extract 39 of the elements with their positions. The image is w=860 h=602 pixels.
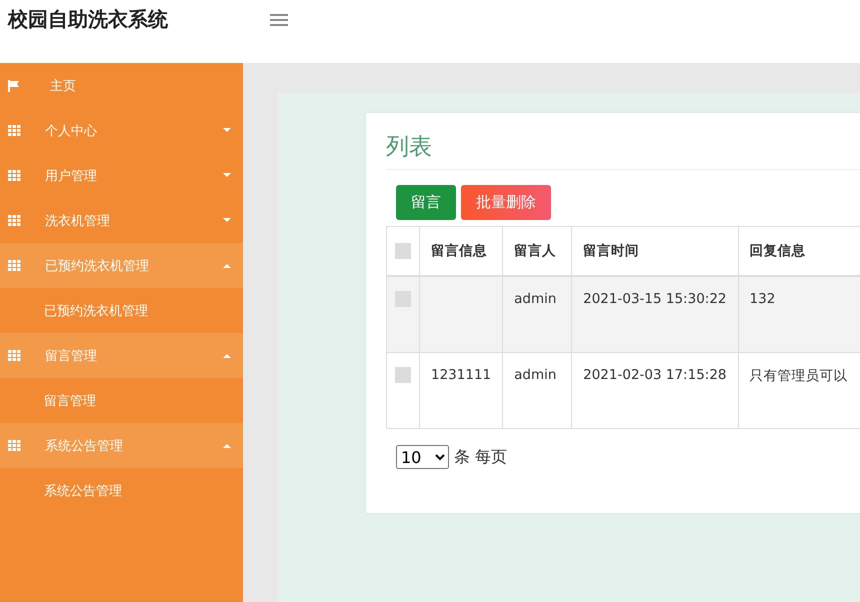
sidebar-item[interactable]: 系统公告管理 <box>0 423 243 468</box>
grid-icon <box>8 350 21 361</box>
grid-icon <box>8 215 21 226</box>
sidebar-item[interactable]: 用户管理 <box>0 153 243 198</box>
checkbox[interactable] <box>395 367 411 383</box>
grid-icon <box>8 440 21 451</box>
sidebar-item[interactable]: 个人中心 <box>0 108 243 153</box>
card-title: 列表 <box>386 133 432 162</box>
caret-down-icon <box>223 128 231 133</box>
page-size-select[interactable]: 10 <box>396 445 449 469</box>
table-cell: 132 <box>750 291 776 307</box>
app-title: 校园自助洗衣系统 <box>8 6 169 33</box>
grid-icon <box>8 260 21 271</box>
sidebar-item[interactable]: 洗衣机管理 <box>0 198 243 243</box>
sidebar-item[interactable]: 已预约洗衣机管理 <box>0 243 243 288</box>
table-cell: admin <box>514 367 556 383</box>
table-cell: 2021-03-15 15:30:22 <box>583 291 727 307</box>
caret-up-icon <box>223 443 231 448</box>
caret-down-icon <box>223 218 231 223</box>
caret-up-icon <box>223 353 231 358</box>
sidebar-item[interactable]: 主页 <box>0 63 243 108</box>
checkbox[interactable] <box>395 243 411 259</box>
caret-down-icon <box>223 173 231 178</box>
sidebar-subitem[interactable]: 已预约洗衣机管理 <box>0 288 243 333</box>
table-cell: admin <box>514 291 556 307</box>
add-message-button[interactable]: 留言 <box>396 185 456 220</box>
sidebar-subitem[interactable]: 系统公告管理 <box>0 468 243 513</box>
page-size-label: 条 每页 <box>454 446 508 468</box>
grid-icon <box>8 125 21 136</box>
caret-up-icon <box>223 263 231 268</box>
menu-icon[interactable] <box>270 12 288 26</box>
batch-delete-button[interactable]: 批量删除 <box>461 185 551 220</box>
table-cell: 1231111 <box>431 367 492 383</box>
table-cell: 2021-02-03 17:15:28 <box>583 367 727 383</box>
table-cell: 只有管理员可以 <box>750 368 848 384</box>
flag-icon <box>8 80 20 92</box>
sidebar-item[interactable]: 留言管理 <box>0 333 243 378</box>
sidebar-subitem[interactable]: 留言管理 <box>0 378 243 423</box>
grid-icon <box>8 170 21 181</box>
